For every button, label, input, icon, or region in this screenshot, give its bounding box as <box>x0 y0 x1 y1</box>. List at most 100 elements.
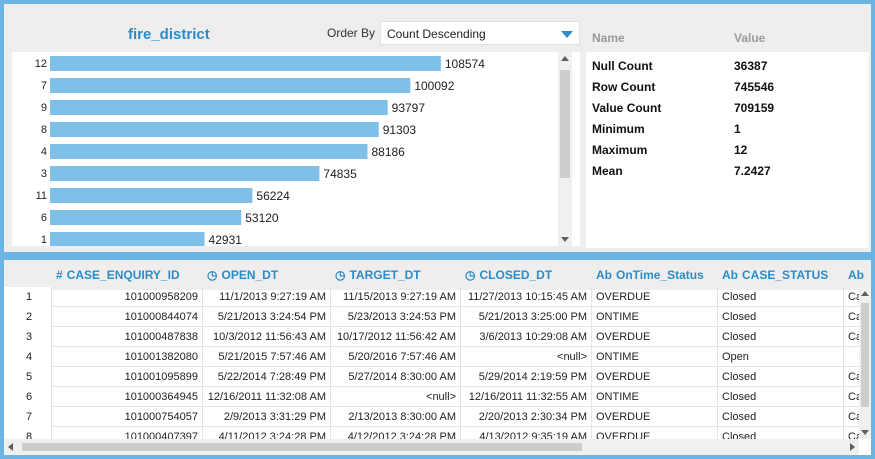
scrollbar-thumb[interactable] <box>560 70 570 178</box>
table-cell[interactable]: 101001382080 <box>52 347 203 367</box>
table-cell[interactable]: 101000958209 <box>52 287 203 307</box>
table-cell[interactable]: Ca <box>844 287 859 307</box>
bar[interactable] <box>50 232 205 246</box>
scrollbar-thumb[interactable] <box>861 303 869 407</box>
table-cell[interactable]: 4/12/2012 3:24:28 PM <box>331 427 461 439</box>
column-header[interactable]: ◷ CLOSED_DT <box>465 268 552 282</box>
table-cell[interactable]: Closed <box>718 327 844 347</box>
stat-name: Minimum <box>592 122 645 136</box>
table-cell[interactable]: Ca <box>844 327 859 347</box>
table-cell[interactable]: 4/13/2012 9:35:19 AM <box>461 427 592 439</box>
table-cell[interactable]: OVERDUE <box>592 427 718 439</box>
scroll-left-icon[interactable] <box>8 443 13 451</box>
table-cell[interactable]: <null> <box>461 347 592 367</box>
table-cell[interactable]: 5/23/2013 3:24:53 PM <box>331 307 461 327</box>
table-row[interactable]: 4 101001382080 5/21/2015 7:57:46 AM 5/20/20… <box>4 347 859 367</box>
table-cell[interactable]: ONTIME <box>592 347 718 367</box>
table-cell[interactable]: 5/21/2013 3:25:00 PM <box>461 307 592 327</box>
table-row[interactable]: 8 101000407397 4/11/2012 3:24:28 PM 4/12/20… <box>4 427 859 439</box>
bar[interactable] <box>50 122 379 137</box>
table-cell[interactable]: 101000407397 <box>52 427 203 439</box>
table-cell[interactable]: 4/11/2012 3:24:28 PM <box>203 427 331 439</box>
grid-body: 1 101000958209 11/1/2013 9:27:19 AM 11/15/2… <box>4 287 859 439</box>
stat-name: Row Count <box>592 80 656 94</box>
column-header[interactable]: Ab OnTime_Status <box>596 268 704 282</box>
table-cell[interactable]: 101000844074 <box>52 307 203 327</box>
table-cell[interactable]: 5/21/2015 7:57:46 AM <box>203 347 331 367</box>
table-cell[interactable] <box>844 347 859 367</box>
column-header[interactable]: Ab <box>848 268 868 282</box>
bar[interactable] <box>50 78 411 93</box>
column-header[interactable]: ◷ TARGET_DT <box>335 268 421 282</box>
order-by-dropdown[interactable]: Count Descending <box>380 21 580 45</box>
scroll-down-icon[interactable] <box>561 237 569 242</box>
table-cell[interactable]: Ca <box>844 407 859 427</box>
scroll-right-icon[interactable] <box>850 443 855 451</box>
column-header[interactable]: ◷ OPEN_DT <box>207 268 278 282</box>
numeric-icon: # <box>56 268 63 282</box>
table-row[interactable]: 5 101001095899 5/22/2014 7:28:49 PM 5/27/20… <box>4 367 859 387</box>
table-cell[interactable]: Open <box>718 347 844 367</box>
table-row[interactable]: 1 101000958209 11/1/2013 9:27:19 AM 11/15/2… <box>4 287 859 307</box>
table-cell[interactable]: Closed <box>718 307 844 327</box>
table-cell[interactable]: 5/20/2016 7:57:46 AM <box>331 347 461 367</box>
column-header[interactable]: # CASE_ENQUIRY_ID <box>56 268 180 282</box>
bar-category-label: 4 <box>41 146 47 158</box>
table-cell[interactable]: 10/3/2012 11:56:43 AM <box>203 327 331 347</box>
bar[interactable] <box>50 210 242 225</box>
table-cell[interactable]: Closed <box>718 427 844 439</box>
table-cell[interactable]: 11/27/2013 10:15:45 AM <box>461 287 592 307</box>
bar[interactable] <box>50 144 368 159</box>
grid-vertical-scrollbar[interactable] <box>859 287 871 439</box>
stat-value: 745546 <box>734 80 775 94</box>
grid-horizontal-scrollbar[interactable] <box>4 439 859 455</box>
table-cell[interactable]: 2/20/2013 2:30:34 PM <box>461 407 592 427</box>
table-cell[interactable]: 2/13/2013 8:30:00 AM <box>331 407 461 427</box>
table-row[interactable]: 7 101000754057 2/9/2013 3:31:29 PM 2/13/201… <box>4 407 859 427</box>
table-cell[interactable]: 5/21/2013 3:24:54 PM <box>203 307 331 327</box>
table-cell[interactable]: <null> <box>331 387 461 407</box>
table-cell[interactable]: 10/17/2012 11:56:42 AM <box>331 327 461 347</box>
bar[interactable] <box>50 166 320 181</box>
table-cell[interactable]: 101000754057 <box>52 407 203 427</box>
table-cell[interactable]: Ca <box>844 427 859 439</box>
table-cell[interactable]: 2/9/2013 3:31:29 PM <box>203 407 331 427</box>
table-cell[interactable]: OVERDUE <box>592 287 718 307</box>
table-cell[interactable]: OVERDUE <box>592 327 718 347</box>
table-cell[interactable]: ONTIME <box>592 387 718 407</box>
table-cell[interactable]: 12/16/2011 11:32:08 AM <box>203 387 331 407</box>
table-cell[interactable]: ONTIME <box>592 307 718 327</box>
chart-scrollbar[interactable] <box>558 52 572 246</box>
table-cell[interactable]: Closed <box>718 367 844 387</box>
table-cell[interactable]: 5/29/2014 2:19:59 PM <box>461 367 592 387</box>
table-cell[interactable]: Ca <box>844 367 859 387</box>
bar[interactable] <box>50 56 441 71</box>
table-cell[interactable]: 101000487838 <box>52 327 203 347</box>
scroll-down-icon[interactable] <box>861 430 869 435</box>
column-header[interactable]: Ab CASE_STATUS <box>722 268 828 282</box>
table-row[interactable]: 3 101000487838 10/3/2012 11:56:43 AM 10/17/… <box>4 327 859 347</box>
table-cell[interactable]: Ca <box>844 307 859 327</box>
table-cell[interactable]: 12/16/2011 11:32:55 AM <box>461 387 592 407</box>
table-cell[interactable]: OVERDUE <box>592 367 718 387</box>
table-cell[interactable]: 11/15/2013 9:27:19 AM <box>331 287 461 307</box>
table-cell[interactable]: Closed <box>718 387 844 407</box>
table-cell[interactable]: Closed <box>718 287 844 307</box>
table-row[interactable]: 6 101000364945 12/16/2011 11:32:08 AM <null… <box>4 387 859 407</box>
table-cell[interactable]: 3/6/2013 10:29:08 AM <box>461 327 592 347</box>
table-cell[interactable]: 5/22/2014 7:28:49 PM <box>203 367 331 387</box>
table-row[interactable]: 2 101000844074 5/21/2013 3:24:54 PM 5/23/20… <box>4 307 859 327</box>
table-cell[interactable]: OVERDUE <box>592 407 718 427</box>
scroll-up-icon[interactable] <box>861 291 869 296</box>
table-cell[interactable]: 5/27/2014 8:30:00 AM <box>331 367 461 387</box>
table-cell[interactable]: Closed <box>718 407 844 427</box>
row-number: 8 <box>4 427 52 439</box>
table-cell[interactable]: 11/1/2013 9:27:19 AM <box>203 287 331 307</box>
scrollbar-thumb[interactable] <box>22 443 582 451</box>
table-cell[interactable]: 101000364945 <box>52 387 203 407</box>
table-cell[interactable]: 101001095899 <box>52 367 203 387</box>
scroll-up-icon[interactable] <box>561 56 569 61</box>
bar[interactable] <box>50 188 253 203</box>
bar[interactable] <box>50 100 388 115</box>
table-cell[interactable]: Ca <box>844 387 859 407</box>
